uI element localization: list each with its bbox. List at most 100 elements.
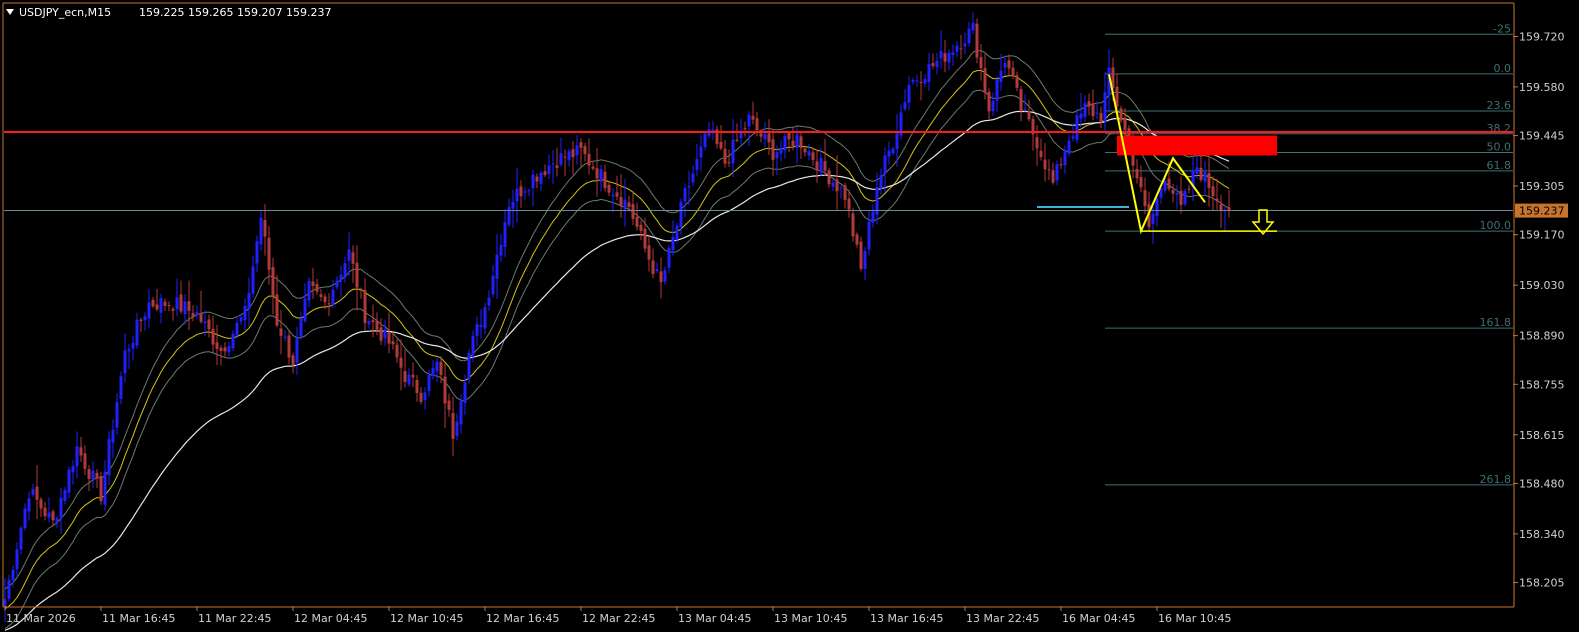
candle-body bbox=[367, 321, 371, 325]
candle-body bbox=[299, 318, 303, 337]
candle-body bbox=[775, 151, 779, 159]
candle-body bbox=[855, 234, 859, 245]
x-tick-label: 11 Mar 16:45 bbox=[102, 612, 175, 625]
candle-body bbox=[1059, 164, 1063, 166]
candle-body bbox=[867, 221, 871, 250]
candle-body bbox=[155, 304, 159, 310]
candle-body bbox=[755, 118, 759, 131]
candle-body bbox=[643, 228, 647, 249]
candle-body bbox=[251, 266, 255, 294]
candle bbox=[99, 471, 103, 505]
candle-body bbox=[731, 139, 735, 164]
candle-body bbox=[851, 213, 855, 237]
candle-body bbox=[275, 294, 279, 326]
candle-body bbox=[671, 236, 675, 251]
candle-body bbox=[963, 43, 967, 47]
x-tick-label: 13 Mar 10:45 bbox=[774, 612, 847, 625]
candle-body bbox=[615, 192, 619, 197]
candle-body bbox=[1195, 167, 1199, 174]
y-tick-label: 159.305 bbox=[1519, 180, 1565, 193]
candle-body bbox=[439, 362, 443, 375]
candle-body bbox=[407, 374, 411, 385]
candle-body bbox=[623, 199, 627, 210]
candle-body bbox=[931, 63, 935, 67]
y-tick-label: 159.445 bbox=[1519, 130, 1565, 143]
candle-body bbox=[903, 102, 907, 110]
fib-level-label: 23.6 bbox=[1487, 99, 1512, 112]
candle-body bbox=[311, 281, 315, 286]
candle-body bbox=[999, 70, 1003, 82]
candle-body bbox=[399, 357, 403, 368]
candle-body bbox=[223, 347, 227, 352]
candle-body bbox=[11, 569, 15, 580]
candle-body bbox=[859, 241, 863, 269]
candle-body bbox=[807, 151, 811, 156]
candle-body bbox=[271, 266, 275, 297]
candle-body bbox=[315, 283, 319, 292]
candle-body bbox=[263, 219, 267, 237]
candle-body bbox=[543, 171, 547, 176]
candle-body bbox=[1075, 115, 1079, 140]
candle-body bbox=[575, 145, 579, 156]
candle-body bbox=[1227, 207, 1231, 211]
candle-body bbox=[19, 527, 23, 550]
candle-body bbox=[1023, 108, 1027, 110]
x-tick-label: 16 Mar 10:45 bbox=[1158, 612, 1231, 625]
candle-body bbox=[447, 400, 451, 410]
fib-level-label: 261.8 bbox=[1480, 473, 1512, 486]
candle-body bbox=[403, 371, 407, 383]
candle-body bbox=[1219, 204, 1223, 211]
candle-body bbox=[743, 128, 747, 130]
candle-body bbox=[27, 498, 31, 512]
candle-body bbox=[819, 157, 823, 173]
chart-window[interactable]: -25 0.0 23.6 38.2 50.0 61.8 100.0 161.8 261.8 15… bbox=[0, 0, 1579, 632]
candle-body bbox=[691, 173, 695, 183]
candle-body bbox=[231, 333, 235, 349]
candle-body bbox=[35, 486, 39, 500]
candle-body bbox=[1143, 190, 1147, 206]
candle-body bbox=[1063, 151, 1067, 166]
price-chart[interactable]: -250.023.638.250.061.8100.0161.8261.8 15… bbox=[0, 0, 1579, 632]
candle-body bbox=[727, 162, 731, 164]
candle-body bbox=[471, 335, 475, 355]
candle-body bbox=[735, 139, 739, 141]
candle-body bbox=[395, 344, 399, 358]
supply-zone[interactable] bbox=[1117, 135, 1277, 156]
candle-body bbox=[1135, 169, 1139, 179]
candle-body bbox=[335, 280, 339, 288]
candle-body bbox=[823, 161, 827, 171]
candle-body bbox=[955, 45, 959, 52]
candle-body bbox=[451, 413, 455, 439]
candle-body bbox=[363, 289, 367, 323]
candle-body bbox=[307, 281, 311, 301]
fib-level-label: -25 bbox=[1493, 22, 1511, 35]
candle-body bbox=[1215, 198, 1219, 202]
fib-level-label: 0.0 bbox=[1494, 62, 1512, 75]
candle-body bbox=[483, 306, 487, 329]
candle-body bbox=[123, 350, 127, 374]
candle-body bbox=[687, 185, 691, 188]
candle-body bbox=[539, 172, 543, 184]
candle-body bbox=[475, 324, 479, 336]
candle-body bbox=[747, 114, 751, 127]
candle-body bbox=[895, 132, 899, 149]
candle-body bbox=[979, 57, 983, 69]
x-tick-label: 16 Mar 04:45 bbox=[1062, 612, 1135, 625]
candle-body bbox=[55, 518, 59, 523]
chart-background bbox=[0, 0, 1579, 632]
candle-body bbox=[1183, 191, 1187, 205]
candle-body bbox=[343, 263, 347, 278]
candle-body bbox=[1207, 173, 1211, 188]
candle-body bbox=[699, 146, 703, 158]
candle-body bbox=[371, 320, 375, 323]
candle-body bbox=[631, 204, 635, 219]
candle-body bbox=[587, 153, 591, 166]
candle-body bbox=[375, 320, 379, 330]
x-tick-label: 12 Mar 22:45 bbox=[582, 612, 655, 625]
candle-body bbox=[1103, 92, 1107, 122]
candle-body bbox=[1035, 137, 1039, 149]
candle-body bbox=[847, 198, 851, 210]
candle-body bbox=[351, 252, 355, 264]
candle-body bbox=[1139, 177, 1143, 188]
candle-body bbox=[159, 298, 163, 313]
